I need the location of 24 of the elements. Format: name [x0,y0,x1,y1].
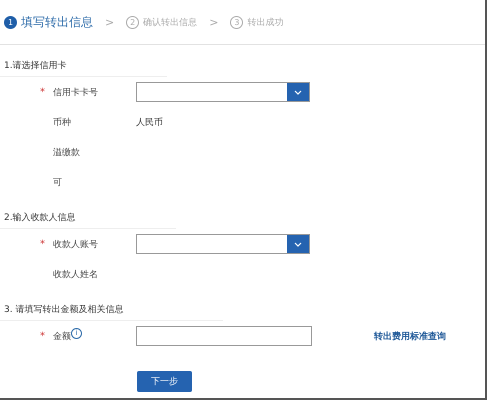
field-label: 币种 [53,116,71,128]
chevron: > [209,16,218,28]
caret-icon [294,242,302,246]
required-mark: * [40,238,46,250]
next-button[interactable]: 下一步 [137,371,192,392]
fee-link[interactable]: 转出费用标准查询 [374,330,446,342]
chevron: > [105,16,114,28]
field-label: 可 [53,176,62,188]
field-label: 金额 [53,330,71,342]
field-label: 溢缴款 [53,146,80,158]
step-tab[interactable]: 1 填写转出信息 [4,14,93,30]
section-title: 3. 请填写转出金额及相关信息 [0,299,224,321]
required-mark: * [40,86,46,98]
select-field[interactable] [136,82,310,102]
field-label: 收款人账号 [53,238,98,250]
required-mark: * [40,330,46,342]
caret-icon [294,90,302,94]
field-label: 收款人姓名 [53,268,98,280]
section-title: 2.输入收款人信息 [0,207,176,229]
amount-field[interactable] [136,326,312,346]
select-field[interactable] [136,234,310,254]
section-title: 1.请选择信用卡 [0,55,167,77]
field-value: 人民币 [136,116,163,128]
field-label: 信用卡卡号 [53,86,98,98]
